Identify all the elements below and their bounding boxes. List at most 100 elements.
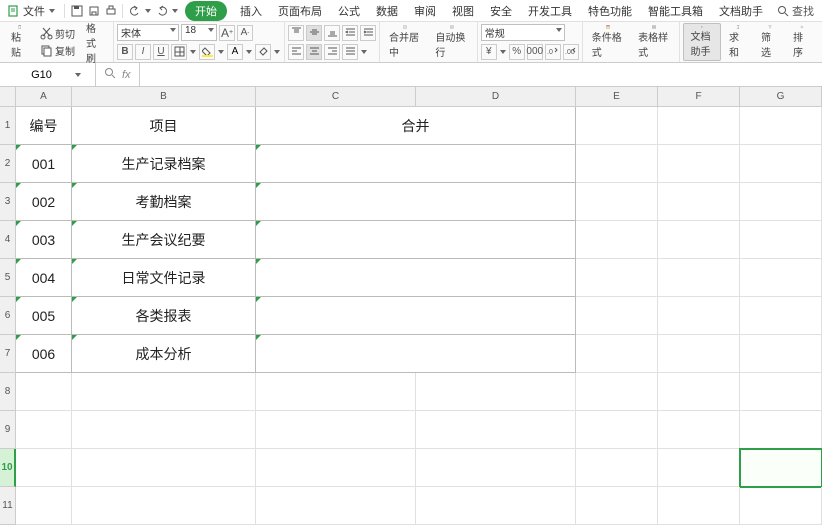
cell-A6[interactable]: 005 (16, 297, 72, 335)
cell-B4[interactable]: 生产会议纪要 (72, 221, 256, 259)
tab-start[interactable]: 开始 (185, 1, 227, 21)
row-header-6[interactable]: 6 (0, 297, 16, 335)
tab-security[interactable]: 安全 (483, 1, 519, 21)
cell-G2[interactable] (740, 145, 822, 183)
cell-A5[interactable]: 004 (16, 259, 72, 297)
cell-A9[interactable] (16, 411, 72, 449)
cell-B3[interactable]: 考勤档案 (72, 183, 256, 221)
percent-button[interactable]: % (509, 44, 525, 60)
cell-G11[interactable] (740, 487, 822, 525)
row-header-10[interactable]: 10 (0, 449, 16, 487)
copy-button[interactable]: 复制 (37, 42, 78, 59)
column-header-D[interactable]: D (416, 87, 576, 107)
cell-A8[interactable] (16, 373, 72, 411)
column-header-F[interactable]: F (658, 87, 740, 107)
column-header-A[interactable]: A (16, 87, 72, 107)
tab-review[interactable]: 审阅 (407, 1, 443, 21)
fx-cancel-icon[interactable] (104, 67, 116, 82)
filter-button[interactable]: 筛选 (755, 23, 785, 61)
fx-label[interactable]: fx (122, 69, 131, 81)
redo-icon[interactable] (154, 3, 169, 18)
align-top-button[interactable] (288, 25, 304, 41)
fontcolor-dd[interactable] (245, 50, 253, 54)
table-style-button[interactable]: 表格样式 (632, 23, 676, 61)
cell-C3[interactable] (256, 183, 576, 221)
cell-D10[interactable] (416, 449, 576, 487)
tab-dev[interactable]: 开发工具 (521, 1, 579, 21)
fill-color-button[interactable] (199, 44, 215, 60)
row-header-1[interactable]: 1 (0, 107, 16, 145)
merge-center-button[interactable]: 合并居中 (383, 23, 427, 61)
cell-G6[interactable] (740, 297, 822, 335)
border-button[interactable] (171, 44, 187, 60)
currency-button[interactable]: ¥ (481, 44, 497, 60)
tab-view[interactable]: 视图 (445, 1, 481, 21)
cell-G9[interactable] (740, 411, 822, 449)
cell-D8[interactable] (416, 373, 576, 411)
cell-E9[interactable] (576, 411, 658, 449)
cell-C2[interactable] (256, 145, 576, 183)
format-painter-button[interactable]: 格式刷 (80, 23, 110, 61)
cell-F4[interactable] (658, 221, 740, 259)
cell-G5[interactable] (740, 259, 822, 297)
cell-E1[interactable] (576, 107, 658, 145)
row-header-11[interactable]: 11 (0, 487, 16, 525)
cell-G8[interactable] (740, 373, 822, 411)
column-header-E[interactable]: E (576, 87, 658, 107)
decrease-font-button[interactable]: A- (237, 25, 253, 41)
cell-G7[interactable] (740, 335, 822, 373)
tab-feature[interactable]: 特色功能 (581, 1, 639, 21)
align-middle-button[interactable] (306, 25, 322, 41)
cell-C7[interactable] (256, 335, 576, 373)
align-right-button[interactable] (324, 44, 340, 60)
tab-data[interactable]: 数据 (369, 1, 405, 21)
row-header-5[interactable]: 5 (0, 259, 16, 297)
namebox-dd[interactable] (74, 73, 82, 77)
cell-F8[interactable] (658, 373, 740, 411)
cell-A4[interactable]: 003 (16, 221, 72, 259)
name-box-input[interactable] (14, 69, 70, 81)
font-size-select[interactable]: 18 (181, 24, 217, 41)
cond-format-button[interactable]: 条件格式 (586, 23, 630, 61)
cell-G10[interactable] (740, 449, 822, 487)
font-name-select[interactable]: 宋体 (117, 24, 179, 41)
fill-dd[interactable] (217, 50, 225, 54)
cell-F1[interactable] (658, 107, 740, 145)
row-header-7[interactable]: 7 (0, 335, 16, 373)
align-bottom-button[interactable] (324, 25, 340, 41)
comma-button[interactable]: 000 (527, 44, 543, 60)
cut-button[interactable]: 剪切 (37, 25, 78, 42)
cell-B7[interactable]: 成本分析 (72, 335, 256, 373)
justify-dd[interactable] (360, 50, 368, 54)
font-color-button[interactable]: A (227, 44, 243, 60)
cell-B5[interactable]: 日常文件记录 (72, 259, 256, 297)
dec-decimal-button[interactable]: .00 (563, 44, 579, 60)
row-header-3[interactable]: 3 (0, 183, 16, 221)
currency-dd[interactable] (499, 50, 507, 54)
bold-button[interactable]: B (117, 44, 133, 60)
inc-decimal-button[interactable]: .0 (545, 44, 561, 60)
increase-font-button[interactable]: A+ (219, 25, 235, 41)
number-format-select[interactable]: 常规 (481, 24, 565, 41)
tab-pagelayout[interactable]: 页面布局 (271, 1, 329, 21)
tab-formula[interactable]: 公式 (331, 1, 367, 21)
cell-E6[interactable] (576, 297, 658, 335)
indent-dec-button[interactable] (342, 25, 358, 41)
cell-A1[interactable]: 编号 (16, 107, 72, 145)
cell-B10[interactable] (72, 449, 256, 487)
sum-button[interactable]: 求和 (723, 23, 753, 61)
cell-C10[interactable] (256, 449, 416, 487)
search-button[interactable]: 查找 (773, 3, 818, 19)
undo-icon[interactable] (127, 3, 142, 18)
tab-dochelper[interactable]: 文档助手 (712, 1, 770, 21)
wrap-text-button[interactable]: 自动换行 (429, 23, 473, 61)
print-preview-icon[interactable] (86, 3, 101, 18)
cell-D9[interactable] (416, 411, 576, 449)
clear-dd[interactable] (273, 50, 281, 54)
column-header-B[interactable]: B (72, 87, 256, 107)
column-header-G[interactable]: G (740, 87, 822, 107)
cell-E3[interactable] (576, 183, 658, 221)
cell-C8[interactable] (256, 373, 416, 411)
clear-format-button[interactable] (255, 44, 271, 60)
cell-C4[interactable] (256, 221, 576, 259)
